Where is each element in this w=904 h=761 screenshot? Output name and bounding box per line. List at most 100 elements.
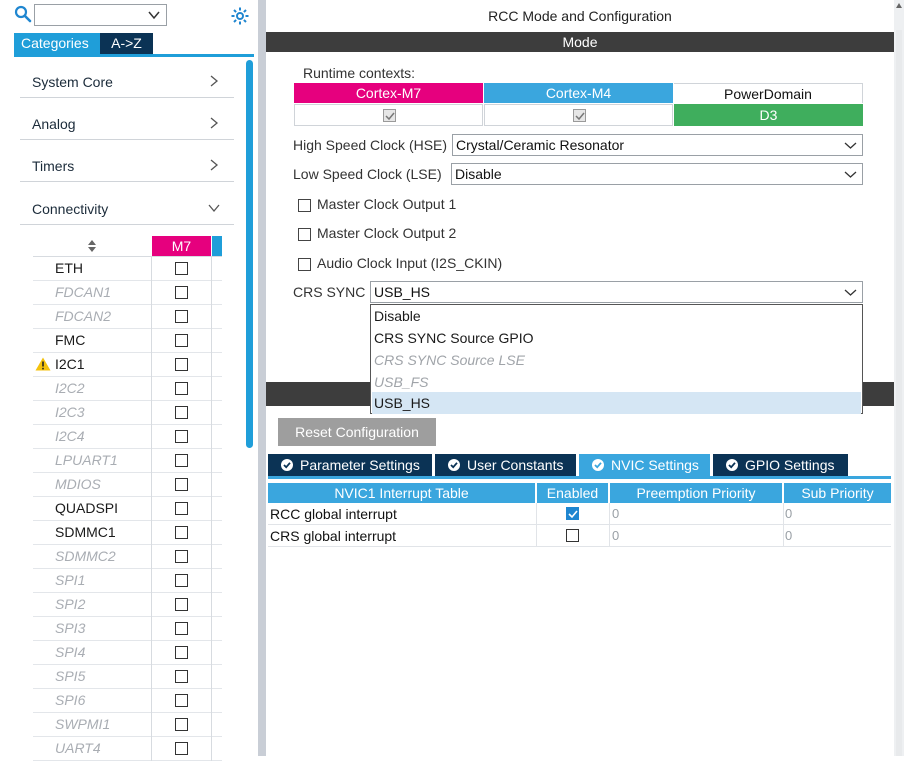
chevron-down-icon[interactable] bbox=[147, 8, 161, 22]
peripheral-m7-checkbox[interactable] bbox=[175, 646, 188, 659]
list-item[interactable]: ETH bbox=[33, 257, 222, 281]
check-circle-icon bbox=[592, 459, 604, 471]
peripheral-name: QUADSPI bbox=[55, 500, 119, 516]
chevron-down-icon bbox=[208, 204, 220, 213]
peripheral-m7-checkbox[interactable] bbox=[175, 502, 188, 515]
list-item[interactable]: FMC bbox=[33, 329, 222, 353]
page-title: RCC Mode and Configuration bbox=[488, 8, 672, 24]
lse-select[interactable]: Disable bbox=[451, 163, 863, 185]
master-clock-output-2-checkbox[interactable] bbox=[298, 228, 311, 241]
category-label: Timers bbox=[32, 158, 75, 174]
search-input[interactable] bbox=[34, 4, 167, 26]
check-circle-icon bbox=[726, 459, 738, 471]
tab-gpio-settings[interactable]: GPIO Settings bbox=[713, 454, 848, 476]
peripheral-m7-checkbox[interactable] bbox=[175, 262, 188, 275]
list-item: I2C3 bbox=[33, 401, 222, 425]
peripheral-m7-checkbox[interactable] bbox=[175, 478, 188, 491]
peripheral-m7-checkbox[interactable] bbox=[175, 670, 188, 683]
category-label: Analog bbox=[32, 116, 76, 132]
list-item: SPI1 bbox=[33, 569, 222, 593]
peripheral-m7-checkbox[interactable] bbox=[175, 598, 188, 611]
list-item[interactable]: QUADSPI bbox=[33, 497, 222, 521]
peripheral-m7-checkbox[interactable] bbox=[175, 574, 188, 587]
peripheral-name: FMC bbox=[55, 332, 86, 348]
enabled-checkbox[interactable] bbox=[566, 529, 579, 542]
tab-underline bbox=[268, 476, 891, 479]
peripheral-name: FDCAN1 bbox=[55, 284, 112, 300]
tab-user-constants[interactable]: User Constants bbox=[435, 454, 576, 476]
preemption-priority-value[interactable]: 0 bbox=[612, 528, 619, 543]
dropdown-option-disable[interactable]: Disable bbox=[372, 305, 861, 327]
dropdown-option-gpio[interactable]: CRS SYNC Source GPIO bbox=[372, 327, 861, 349]
master-clock-output-1-checkbox[interactable] bbox=[298, 199, 311, 212]
peripheral-name: ETH bbox=[55, 260, 83, 276]
column-header-interrupt-table: NVIC1 Interrupt Table bbox=[268, 483, 535, 503]
crs-sync-value: USB_HS bbox=[374, 284, 431, 300]
right-scrollbar[interactable] bbox=[894, 0, 904, 756]
scroll-up-icon[interactable] bbox=[895, 2, 903, 10]
peripheral-name: UART4 bbox=[55, 740, 101, 756]
tab-parameter-settings[interactable]: Parameter Settings bbox=[268, 454, 432, 476]
checkbox-label: Audio Clock Input (I2S_CKIN) bbox=[317, 255, 503, 271]
peripheral-m7-checkbox[interactable] bbox=[175, 382, 188, 395]
crs-sync-label: CRS SYNC bbox=[293, 284, 366, 300]
peripheral-m7-checkbox[interactable] bbox=[175, 358, 188, 371]
hse-select[interactable]: Crystal/Ceramic Resonator bbox=[452, 134, 863, 156]
list-item[interactable]: SDMMC1 bbox=[33, 521, 222, 545]
category-timers[interactable]: Timers bbox=[20, 142, 234, 182]
chevron-right-icon bbox=[210, 75, 219, 87]
panel-splitter[interactable] bbox=[258, 0, 266, 756]
peripheral-m7-checkbox[interactable] bbox=[175, 334, 188, 347]
list-item: I2C4 bbox=[33, 425, 222, 449]
category-system-core[interactable]: System Core bbox=[20, 58, 234, 98]
peripheral-m7-checkbox[interactable] bbox=[175, 718, 188, 731]
search-icon[interactable] bbox=[14, 5, 32, 23]
peripheral-m7-checkbox[interactable] bbox=[175, 742, 188, 755]
peripheral-name: SPI3 bbox=[55, 620, 86, 636]
chevron-down-icon[interactable] bbox=[844, 168, 857, 181]
list-item[interactable]: I2C1 bbox=[33, 353, 222, 377]
chevron-down-icon[interactable] bbox=[844, 139, 857, 152]
peripheral-name: SDMMC1 bbox=[55, 524, 116, 540]
sub-priority-value[interactable]: 0 bbox=[785, 506, 792, 521]
peripheral-m7-checkbox[interactable] bbox=[175, 454, 188, 467]
column-header-preemption-priority: Preemption Priority bbox=[610, 483, 782, 503]
check-circle-icon bbox=[448, 459, 460, 471]
category-analog[interactable]: Analog bbox=[20, 100, 234, 140]
tab-nvic-settings[interactable]: NVIC Settings bbox=[579, 454, 710, 476]
category-connectivity[interactable]: Connectivity bbox=[20, 185, 234, 225]
checkbox-label: Master Clock Output 2 bbox=[317, 225, 457, 241]
category-label: System Core bbox=[32, 74, 113, 90]
audio-clock-input-checkbox[interactable] bbox=[298, 258, 311, 271]
peripheral-name: SPI4 bbox=[55, 644, 86, 660]
chevron-down-icon[interactable] bbox=[844, 286, 857, 299]
enabled-checkbox[interactable] bbox=[566, 507, 579, 520]
sort-icon[interactable] bbox=[87, 239, 97, 253]
context-d3: D3 bbox=[674, 104, 863, 126]
tab-label: NVIC Settings bbox=[611, 457, 699, 473]
peripheral-m7-checkbox[interactable] bbox=[175, 622, 188, 635]
preemption-priority-value[interactable]: 0 bbox=[612, 506, 619, 521]
context-cortex-m7: Cortex-M7 bbox=[294, 83, 483, 103]
peripheral-m7-checkbox[interactable] bbox=[175, 694, 188, 707]
peripheral-m7-checkbox[interactable] bbox=[175, 430, 188, 443]
tab-categories[interactable]: Categories bbox=[14, 33, 100, 54]
list-item: LPUART1 bbox=[33, 449, 222, 473]
right-scrollbar-thumb[interactable] bbox=[896, 30, 902, 756]
peripheral-m7-checkbox[interactable] bbox=[175, 310, 188, 323]
peripheral-m7-checkbox[interactable] bbox=[175, 406, 188, 419]
sub-priority-value[interactable]: 0 bbox=[785, 528, 792, 543]
peripheral-m7-checkbox[interactable] bbox=[175, 550, 188, 563]
check-circle-icon bbox=[281, 459, 293, 471]
tab-a-to-z[interactable]: A->Z bbox=[100, 33, 153, 54]
peripheral-m7-checkbox[interactable] bbox=[175, 286, 188, 299]
list-item: SPI6 bbox=[33, 689, 222, 713]
reset-configuration-button[interactable]: Reset Configuration bbox=[278, 418, 436, 446]
peripheral-m7-checkbox[interactable] bbox=[175, 526, 188, 539]
left-scrollbar-thumb[interactable] bbox=[246, 60, 253, 448]
gear-icon[interactable] bbox=[230, 6, 250, 26]
crs-sync-select[interactable]: USB_HS bbox=[370, 281, 863, 303]
check-icon bbox=[568, 510, 578, 519]
dropdown-option-usb-hs[interactable]: USB_HS bbox=[372, 392, 861, 414]
lse-value: Disable bbox=[455, 166, 502, 182]
